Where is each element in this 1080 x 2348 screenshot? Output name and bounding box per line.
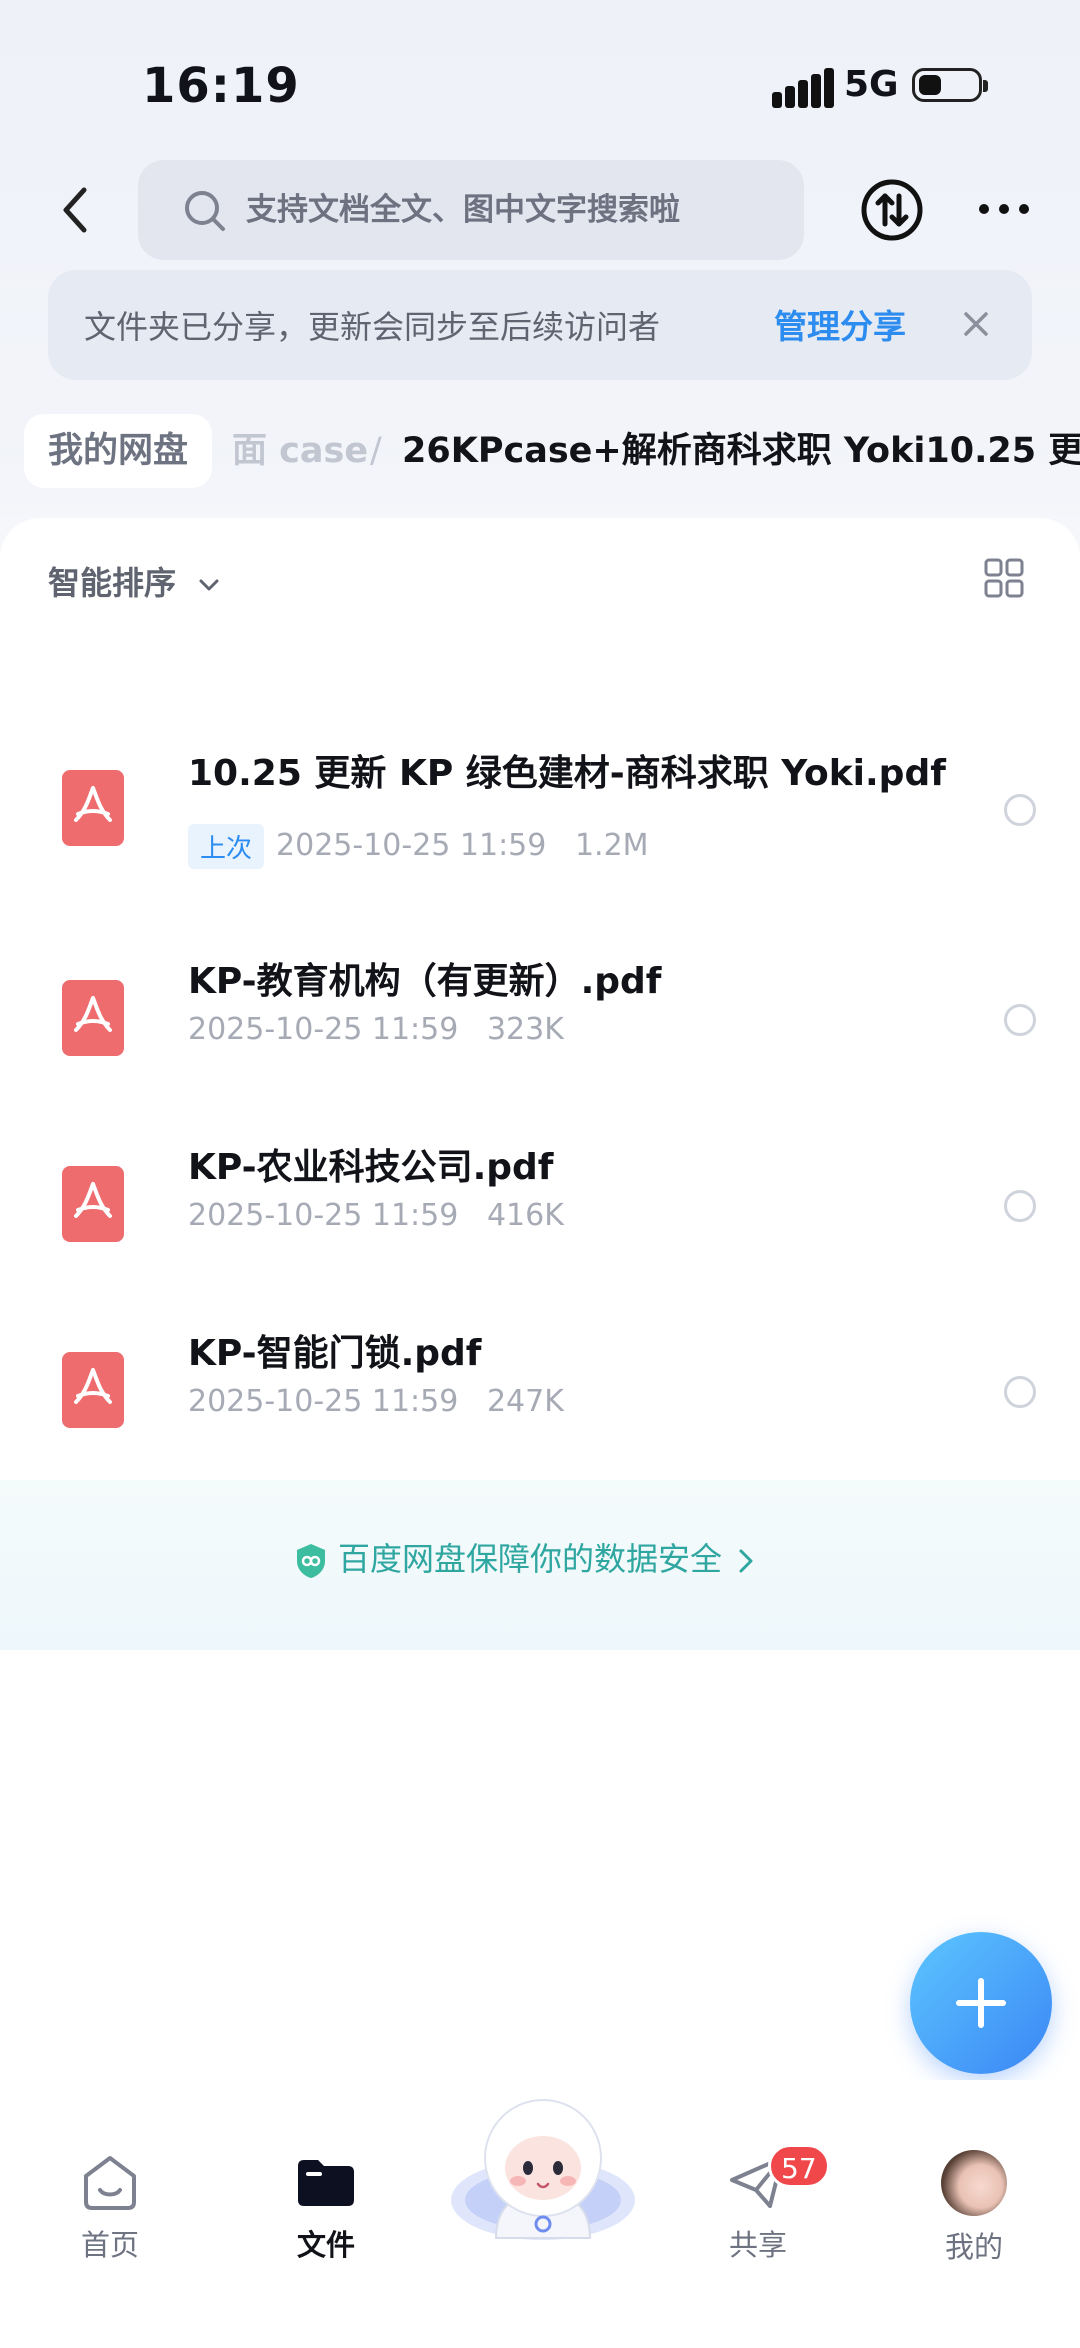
- file-meta: 2025-10-25 11:59 323K: [188, 1012, 564, 1047]
- file-size: 1.2M: [574, 828, 649, 863]
- nav-files-label: 文件: [296, 2228, 355, 2262]
- nav-home[interactable]: 首页: [40, 2150, 180, 2264]
- file-name: 10.25 更新 KP 绿色建材-商科求职 Yoki.pdf: [188, 753, 946, 794]
- transfer-icon: [861, 179, 923, 241]
- nav-share[interactable]: 共享 57: [688, 2144, 830, 2264]
- file-size: 416K: [486, 1198, 564, 1233]
- ai-assistant-button[interactable]: [446, 2088, 640, 2248]
- nav-share-label: 共享: [728, 2228, 787, 2262]
- data-security-link[interactable]: 百度网盘保障你的数据安全: [294, 1534, 756, 1580]
- close-banner-button[interactable]: [956, 304, 996, 344]
- grid-icon: [984, 558, 1024, 598]
- file-meta: 2025-10-25 11:59 416K: [188, 1198, 564, 1233]
- nav-me-label: 我的: [944, 2230, 1003, 2264]
- more-icon: [979, 204, 1029, 214]
- status-bar: 16:19 5G: [0, 0, 1080, 150]
- grid-view-toggle[interactable]: [984, 558, 1024, 598]
- breadcrumb-current: 26KPcase+解析商科求职 Yoki10.25 更新: [402, 431, 1080, 471]
- add-button[interactable]: [910, 1932, 1052, 2074]
- plus-icon: [956, 1978, 1006, 2028]
- pdf-file-icon: [62, 980, 124, 1056]
- file-list-panel: 智能排序 10.25 更新 KP 绿色建材-商科求职 Yoki.pdf 上次 20…: [0, 518, 1080, 2348]
- shield-icon: [297, 1544, 325, 1578]
- back-arrow-icon: [63, 187, 87, 233]
- file-row[interactable]: KP-教育机构（有更新）.pdf 2025-10-25 11:59 323K: [0, 928, 1080, 1108]
- share-count-badge: 57: [768, 2144, 830, 2188]
- signal-icon: [772, 68, 834, 108]
- pdf-file-icon: [62, 1352, 124, 1428]
- breadcrumb-separator: /: [370, 431, 382, 471]
- file-row[interactable]: KP-智能门锁.pdf 2025-10-25 11:59 247K: [0, 1300, 1080, 1480]
- battery-icon: [912, 68, 988, 102]
- back-button[interactable]: [50, 180, 106, 240]
- pdf-file-icon: [62, 1166, 124, 1242]
- last-opened-badge: 上次: [188, 824, 265, 869]
- file-row[interactable]: 10.25 更新 KP 绿色建材-商科求职 Yoki.pdf 上次 2025-10…: [0, 718, 1080, 918]
- sort-label: 智能排序: [48, 564, 177, 602]
- file-date: 2025-10-25 11:59: [188, 1198, 459, 1233]
- sort-dropdown[interactable]: 智能排序: [48, 558, 221, 604]
- search-icon: [185, 191, 225, 231]
- home-icon: [84, 2156, 136, 2210]
- security-strip: 百度网盘保障你的数据安全: [0, 1480, 1080, 1650]
- file-date: 2025-10-25 11:59: [188, 1012, 459, 1047]
- chevron-right-icon: [739, 1549, 753, 1573]
- breadcrumb-middle[interactable]: 面 case: [232, 414, 368, 488]
- file-size: 247K: [486, 1384, 564, 1419]
- more-button[interactable]: [976, 194, 1032, 224]
- file-name: KP-教育机构（有更新）.pdf: [188, 961, 662, 1002]
- file-select-checkbox[interactable]: [1004, 794, 1036, 826]
- nav-files[interactable]: 文件: [256, 2150, 396, 2264]
- file-date: 2025-10-25 11:59: [276, 828, 547, 863]
- breadcrumb: 我的网盘 面 case / 26KPcase+解析商科求职 Yoki10.25 …: [0, 408, 1080, 498]
- file-select-checkbox[interactable]: [1004, 1004, 1036, 1036]
- top-bar: [0, 150, 1080, 270]
- file-meta: 上次 2025-10-25 11:59 1.2M: [188, 824, 649, 869]
- transfer-button[interactable]: [860, 178, 924, 242]
- file-size: 323K: [486, 1012, 564, 1047]
- search-box[interactable]: [138, 160, 804, 260]
- network-type: 5G: [844, 64, 899, 105]
- file-name: KP-智能门锁.pdf: [188, 1333, 482, 1374]
- status-time: 16:19: [142, 58, 300, 114]
- file-meta: 2025-10-25 11:59 247K: [188, 1384, 564, 1419]
- search-input[interactable]: [246, 160, 786, 260]
- folder-icon: [298, 2160, 354, 2206]
- file-row[interactable]: KP-农业科技公司.pdf 2025-10-25 11:59 416K: [0, 1114, 1080, 1294]
- pdf-file-icon: [62, 770, 124, 846]
- manage-share-link[interactable]: 管理分享: [774, 300, 906, 348]
- share-banner-text: 文件夹已分享，更新会同步至后续访问者: [84, 308, 661, 346]
- chevron-down-icon: [199, 579, 219, 591]
- file-name: KP-农业科技公司.pdf: [188, 1147, 554, 1188]
- file-select-checkbox[interactable]: [1004, 1190, 1036, 1222]
- close-icon: [964, 312, 988, 336]
- nav-home-label: 首页: [80, 2228, 139, 2262]
- breadcrumb-root[interactable]: 我的网盘: [24, 414, 213, 488]
- mascot-icon: [451, 2099, 635, 2240]
- share-banner: 文件夹已分享，更新会同步至后续访问者 管理分享: [48, 270, 1032, 380]
- nav-me[interactable]: 我的: [904, 2150, 1044, 2266]
- avatar: [941, 2150, 1007, 2216]
- file-date: 2025-10-25 11:59: [188, 1384, 459, 1419]
- security-text: 百度网盘保障你的数据安全: [338, 1540, 723, 1578]
- file-select-checkbox[interactable]: [1004, 1376, 1036, 1408]
